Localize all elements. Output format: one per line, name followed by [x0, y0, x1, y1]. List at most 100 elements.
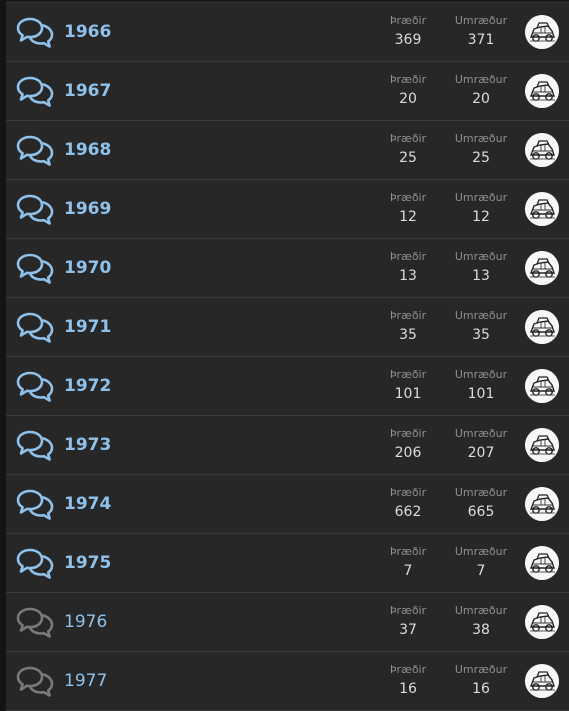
last-poster-avatar[interactable]: [525, 310, 559, 344]
threads-count: 7: [403, 563, 413, 579]
messages-stat: Umræður 20: [446, 73, 516, 109]
last-poster-avatar[interactable]: [525, 133, 559, 167]
messages-count: 101: [467, 386, 495, 402]
forum-row: 1968 Þræðir 25 Umræður 25: [6, 121, 569, 180]
messages-count: 20: [472, 91, 490, 107]
forum-row: 1973 Þræðir 206 Umræður 207: [6, 416, 569, 475]
forum-list: 1966 Þræðir 369 Umræður 371 1967 Þræðir 20 Umræ…: [6, 2, 569, 711]
threads-label: Þræðir: [389, 368, 427, 381]
messages-count: 207: [467, 445, 495, 461]
chat-bubbles-icon: [16, 547, 54, 580]
threads-label: Þræðir: [389, 427, 427, 440]
messages-stat: Umræður 7: [446, 545, 516, 581]
forum-title-link[interactable]: 1971: [64, 316, 111, 338]
chat-bubbles-icon: [16, 16, 54, 49]
threads-label: Þræðir: [389, 545, 427, 558]
threads-count: 25: [399, 150, 417, 166]
threads-stat: Þræðir 20: [373, 73, 443, 109]
threads-stat: Þræðir 12: [373, 191, 443, 227]
forum-row: 1972 Þræðir 101 Umræður 101: [6, 357, 569, 416]
messages-count: 38: [472, 622, 490, 638]
messages-stat: Umræður 207: [446, 427, 516, 463]
threads-stat: Þræðir 206: [373, 427, 443, 463]
messages-stat: Umræður 12: [446, 191, 516, 227]
messages-stat: Umræður 13: [446, 250, 516, 286]
chat-bubbles-icon: [16, 665, 54, 698]
messages-label: Umræður: [454, 132, 508, 145]
last-poster-avatar[interactable]: [525, 664, 559, 698]
messages-stat: Umræður 16: [446, 663, 516, 699]
threads-label: Þræðir: [389, 486, 427, 499]
forum-title-link[interactable]: 1975: [64, 552, 111, 574]
messages-stat: Umræður 38: [446, 604, 516, 640]
forum-title-link[interactable]: 1973: [64, 434, 111, 456]
chat-bubbles-icon: [16, 311, 54, 344]
forum-title-link[interactable]: 1970: [64, 257, 111, 279]
forum-title-link[interactable]: 1977: [64, 670, 107, 692]
chat-bubbles-icon: [16, 252, 54, 285]
messages-label: Umræður: [454, 545, 508, 558]
messages-label: Umræður: [454, 427, 508, 440]
forum-row: 1975 Þræðir 7 Umræður 7: [6, 534, 569, 593]
messages-label: Umræður: [454, 663, 508, 676]
threads-count: 13: [399, 268, 417, 284]
last-poster-avatar[interactable]: [525, 251, 559, 285]
last-poster-avatar[interactable]: [525, 605, 559, 639]
threads-stat: Þræðir 662: [373, 486, 443, 522]
forum-row: 1977 Þræðir 16 Umræður 16: [6, 652, 569, 711]
messages-stat: Umræður 35: [446, 309, 516, 345]
threads-count: 37: [399, 622, 417, 638]
threads-stat: Þræðir 369: [373, 14, 443, 50]
messages-stat: Umræður 25: [446, 132, 516, 168]
threads-stat: Þræðir 16: [373, 663, 443, 699]
messages-stat: Umræður 101: [446, 368, 516, 404]
messages-count: 25: [472, 150, 490, 166]
messages-count: 7: [476, 563, 486, 579]
threads-count: 35: [399, 327, 417, 343]
threads-label: Þræðir: [389, 191, 427, 204]
threads-label: Þræðir: [389, 663, 427, 676]
messages-label: Umræður: [454, 604, 508, 617]
messages-label: Umræður: [454, 309, 508, 322]
chat-bubbles-icon: [16, 193, 54, 226]
last-poster-avatar[interactable]: [525, 487, 559, 521]
forum-row: 1976 Þræðir 37 Umræður 38: [6, 593, 569, 652]
forum-row: 1974 Þræðir 662 Umræður 665: [6, 475, 569, 534]
last-poster-avatar[interactable]: [525, 369, 559, 403]
forum-title-link[interactable]: 1966: [64, 21, 111, 43]
messages-count: 16: [472, 681, 490, 697]
last-poster-avatar[interactable]: [525, 74, 559, 108]
forum-title-link[interactable]: 1967: [64, 80, 111, 102]
threads-label: Þræðir: [389, 604, 427, 617]
forum-row: 1970 Þræðir 13 Umræður 13: [6, 239, 569, 298]
threads-stat: Þræðir 7: [373, 545, 443, 581]
chat-bubbles-icon: [16, 134, 54, 167]
threads-stat: Þræðir 101: [373, 368, 443, 404]
last-poster-avatar[interactable]: [525, 15, 559, 49]
threads-count: 20: [399, 91, 417, 107]
threads-count: 12: [399, 209, 417, 225]
forum-title-link[interactable]: 1976: [64, 611, 107, 633]
messages-count: 13: [472, 268, 490, 284]
messages-count: 35: [472, 327, 490, 343]
messages-count: 371: [467, 32, 495, 48]
last-poster-avatar[interactable]: [525, 546, 559, 580]
chat-bubbles-icon: [16, 488, 54, 521]
threads-count: 662: [394, 504, 422, 520]
messages-label: Umræður: [454, 250, 508, 263]
last-poster-avatar[interactable]: [525, 428, 559, 462]
last-poster-avatar[interactable]: [525, 192, 559, 226]
chat-bubbles-icon: [16, 370, 54, 403]
forum-title-link[interactable]: 1969: [64, 198, 111, 220]
messages-stat: Umræður 371: [446, 14, 516, 50]
threads-label: Þræðir: [389, 73, 427, 86]
forum-title-link[interactable]: 1972: [64, 375, 111, 397]
threads-label: Þræðir: [389, 309, 427, 322]
forum-title-link[interactable]: 1968: [64, 139, 111, 161]
threads-label: Þræðir: [389, 132, 427, 145]
threads-stat: Þræðir 25: [373, 132, 443, 168]
threads-stat: Þræðir 35: [373, 309, 443, 345]
forum-title-link[interactable]: 1974: [64, 493, 111, 515]
chat-bubbles-icon: [16, 75, 54, 108]
messages-stat: Umræður 665: [446, 486, 516, 522]
